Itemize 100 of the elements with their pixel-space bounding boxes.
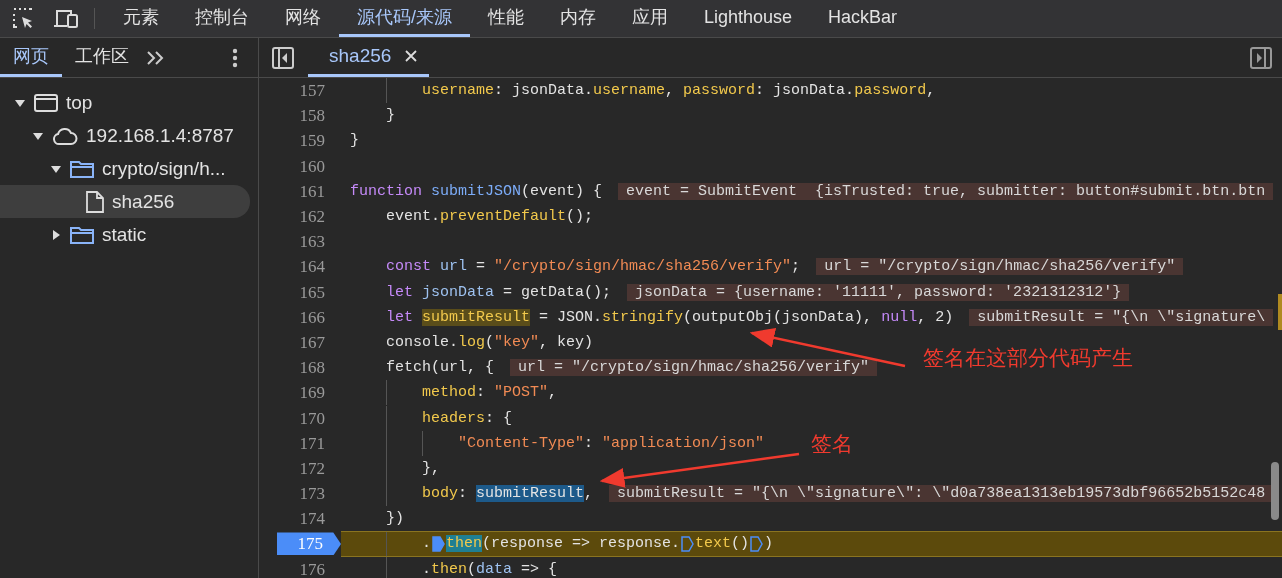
code-string: "key" [494, 333, 540, 351]
code-property: headers [422, 409, 485, 427]
code-string: "Content-Type" [458, 434, 585, 452]
inline-value: jsonData = {username: '11111', password: '2321312312'} [627, 283, 1130, 301]
code-text: : jsonData. [494, 82, 594, 100]
code-text: console. [386, 333, 458, 351]
more-tabs-icon[interactable] [146, 49, 166, 66]
code-keyword: let [386, 308, 414, 326]
line-number[interactable]: 169 [291, 381, 341, 405]
code-string: "POST" [494, 384, 549, 402]
code-property: password [683, 82, 756, 100]
code-property: text [695, 535, 732, 553]
line-number[interactable]: 161 [291, 179, 341, 203]
scrollbar-thumb[interactable] [1271, 462, 1279, 520]
code-text: , [926, 82, 936, 100]
file-icon [86, 190, 104, 213]
panel-tab[interactable]: 内存 [542, 0, 614, 37]
line-number[interactable]: 158 [291, 104, 341, 128]
code-property: stringify [602, 308, 684, 326]
line-number[interactable]: 176 [291, 557, 341, 578]
line-number[interactable]: 171 [291, 431, 341, 455]
line-number[interactable]: 164 [291, 255, 341, 279]
inline-value: event = SubmitEvent {isTrusted: true, submitter: button#submit.btn.btn [618, 182, 1274, 200]
more-options-icon[interactable] [232, 47, 238, 68]
annotation-text: 签名 [811, 431, 853, 457]
code-text: ) [764, 535, 774, 553]
code-text: . [422, 560, 431, 578]
code-text: (event) { [521, 182, 603, 200]
code-text: , [548, 384, 558, 402]
panel-tab[interactable]: 控制台 [177, 0, 267, 37]
code-text: event. [386, 208, 440, 226]
code-property: username [422, 82, 494, 100]
folder-icon [70, 159, 94, 178]
breakpoint-marker-icon[interactable] [750, 535, 764, 552]
close-icon[interactable] [405, 50, 418, 62]
window-frame-icon [34, 93, 58, 112]
tree-item[interactable]: sha256 [0, 185, 250, 218]
inline-value: submitResult = "{\n \"signature\": \"d0a738ea1313eb19573dbf96652b5152c48 [609, 485, 1274, 503]
paused-call: then [446, 535, 483, 553]
code-property: log [458, 333, 486, 351]
line-number[interactable]: 159 [291, 129, 341, 153]
sidebar-toggle-icon[interactable] [1250, 46, 1272, 69]
line-number[interactable]: 165 [291, 280, 341, 304]
breakpoint-marker-icon[interactable] [681, 535, 695, 552]
panel-tab[interactable]: 性能 [470, 0, 542, 37]
cloud-icon [52, 126, 78, 145]
line-number[interactable]: 172 [291, 456, 341, 480]
code-property: body [422, 485, 458, 503]
code-text: ( [485, 333, 495, 351]
highlighted-occurrence: submitResult [422, 308, 531, 326]
inline-value: url = "/crypto/sign/hmac/sha256/verify" [510, 359, 878, 377]
line-number[interactable]: 160 [291, 154, 341, 178]
code-keyword: const [386, 258, 432, 276]
code-keyword: let [386, 283, 414, 301]
code-text: (response => response. [482, 535, 681, 553]
line-number[interactable]: 162 [291, 205, 341, 229]
code-property: username [593, 82, 666, 100]
code-text: (outputObj(jsonData), [683, 308, 874, 326]
navigator-tab[interactable]: 网页 [0, 38, 62, 77]
code-text: : { [485, 409, 513, 427]
line-number[interactable]: 157 [291, 79, 341, 103]
code-keyword: function [350, 182, 423, 200]
code-keyword: null [881, 308, 918, 326]
tree-item[interactable]: 192.168.1.4:8787 [0, 119, 250, 152]
tree-item[interactable]: crypto/sign/h... [0, 152, 250, 185]
line-number[interactable]: 166 [291, 305, 341, 329]
code-text: : [584, 434, 595, 452]
annotation-text: 签名在这部分代码产生 [923, 345, 1133, 371]
line-number[interactable]: 168 [291, 356, 341, 380]
code-text: , key) [539, 333, 594, 351]
line-number[interactable]: 163 [291, 230, 341, 254]
code-variable: data [476, 560, 513, 578]
expand-arrow-icon[interactable] [50, 228, 62, 241]
panel-tab[interactable]: 元素 [105, 0, 177, 37]
panel-tab[interactable]: Lighthouse [686, 0, 811, 37]
code-property: preventDefault [440, 208, 567, 226]
line-number[interactable]: 173 [291, 482, 341, 506]
line-number[interactable]: 174 [291, 507, 341, 531]
panel-tab[interactable]: 网络 [267, 0, 339, 37]
code-text: (); [566, 208, 594, 226]
code-property: then [431, 560, 468, 578]
line-number[interactable]: 167 [291, 330, 341, 354]
inline-value: url = "/crypto/sign/hmac/sha256/verify" [816, 258, 1184, 276]
panel-tab[interactable]: 源代码/来源 [339, 0, 470, 37]
line-number[interactable]: 175 [277, 532, 341, 556]
code-function-name: submitJSON [431, 182, 522, 200]
code-text: = [475, 258, 487, 276]
code-text: : [458, 485, 469, 503]
tree-item[interactable]: top [0, 86, 250, 119]
line-number[interactable]: 170 [291, 406, 341, 430]
navigator-tab[interactable]: 工作区 [62, 38, 142, 77]
code-text: : jsonData. [755, 82, 855, 100]
folder-icon [70, 225, 94, 244]
tree-item[interactable]: static [0, 218, 250, 251]
code-text: , [665, 82, 676, 100]
panel-tab[interactable]: 应用 [614, 0, 686, 37]
sidebar-toggle-icon[interactable] [272, 46, 294, 69]
panel-tab[interactable]: HackBar [810, 0, 916, 37]
code-text: } [386, 107, 395, 125]
code-text: ; [791, 258, 801, 276]
